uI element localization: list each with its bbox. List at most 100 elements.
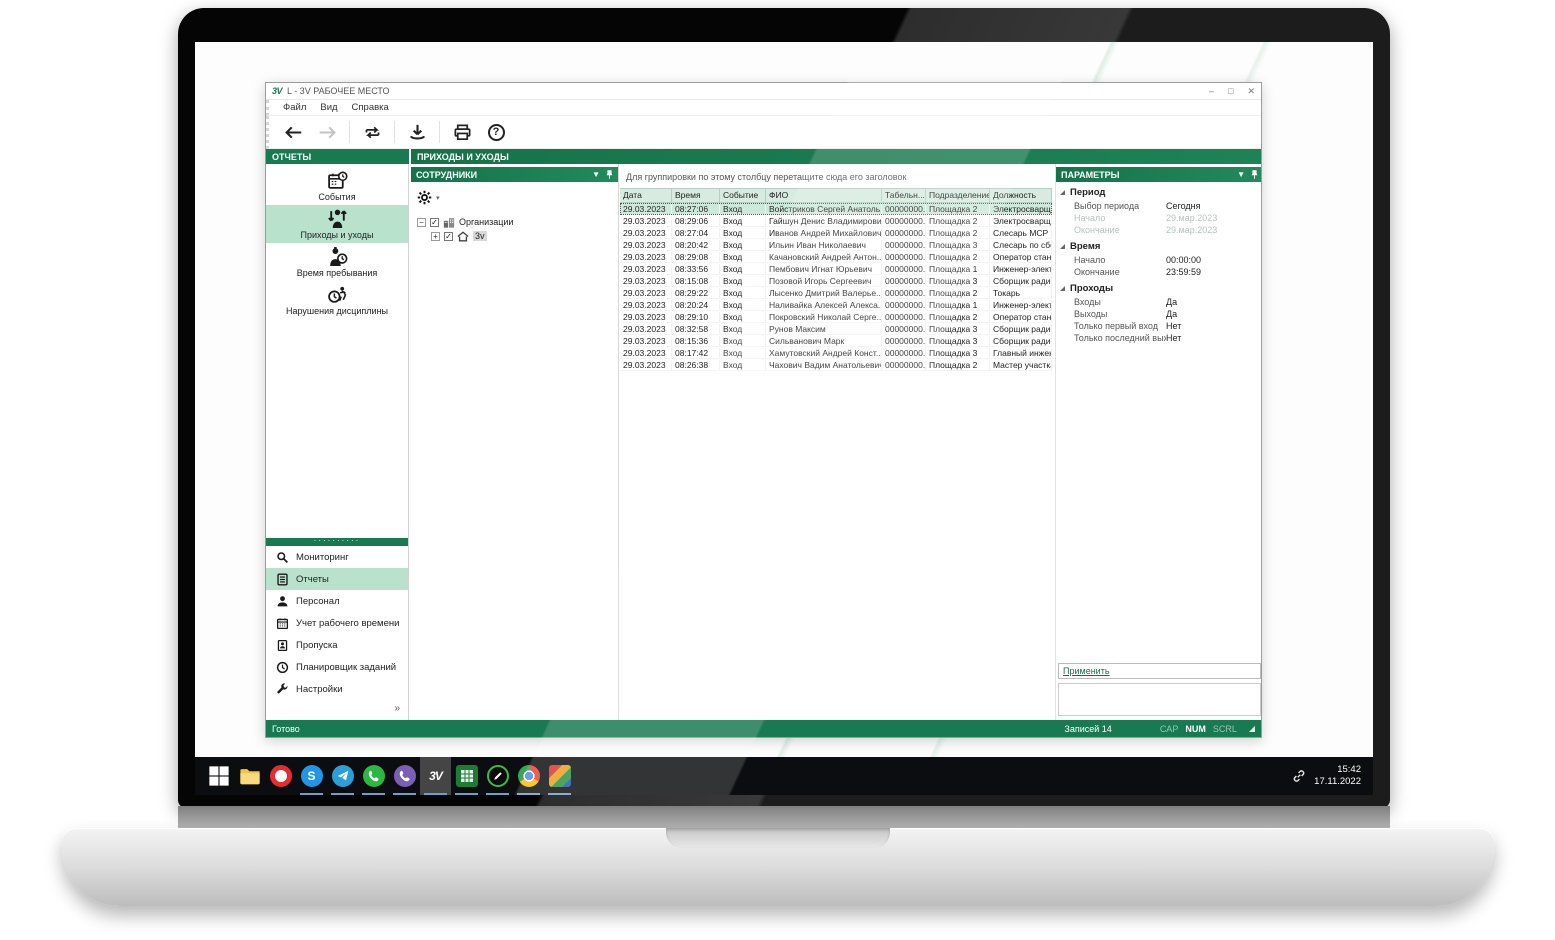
forward-button[interactable] (315, 120, 339, 144)
table-cell: Покровский Николай Серге... (766, 311, 882, 322)
table-row[interactable]: 29.03.2023 08:15:36 Вход Сильванович Марк 00… (620, 335, 1052, 347)
param-group-header[interactable]: Период (1056, 182, 1261, 200)
column-header[interactable]: Подразделение (926, 189, 990, 202)
taskbar-icon-3v[interactable]: 3V (420, 757, 451, 795)
clock-time: 15:42 (1337, 764, 1361, 776)
menu-item-file[interactable]: Файл (283, 102, 306, 113)
column-header[interactable]: Должность (990, 189, 1052, 202)
table-cell: Инженер-элект... (990, 299, 1052, 310)
taskbar-icon-opera[interactable] (265, 757, 296, 795)
report-item-events[interactable]: События (266, 167, 408, 205)
table-row[interactable]: 29.03.2023 08:29:08 Вход Качановский Андрей… (620, 251, 1052, 263)
sidebar-item-work-time[interactable]: Учет рабочего времени (266, 612, 408, 634)
param-row[interactable]: Только последний вых... Нет (1056, 332, 1261, 344)
param-row[interactable]: Окончание 23:59:59 (1056, 266, 1261, 278)
taskbar-icon-start[interactable] (203, 757, 234, 795)
table-row[interactable]: 29.03.2023 08:20:24 Вход Наливайка Алексей … (620, 299, 1052, 311)
taskbar-icon-explorer[interactable] (234, 757, 265, 795)
param-row[interactable]: Окончание 29.мар.2023 (1056, 224, 1261, 236)
table-row[interactable]: 29.03.2023 08:29:22 Вход Лысенко Дмитрий Ва… (620, 287, 1052, 299)
table-row[interactable]: 29.03.2023 08:27:06 Вход Войстриков Сергей … (620, 203, 1052, 215)
table-row[interactable]: 29.03.2023 08:15:08 Вход Позовой Игорь Серг… (620, 275, 1052, 287)
collapse-box-icon[interactable]: − (417, 217, 426, 227)
taskbar-icon-skype[interactable]: S (296, 757, 327, 795)
table-row[interactable]: 29.03.2023 08:33:56 Вход Пембович Игнат Юрь… (620, 263, 1052, 275)
table-row[interactable]: 29.03.2023 08:20:42 Вход Ильин Иван Николае… (620, 239, 1052, 251)
employees-settings-button[interactable]: ▾ (417, 190, 618, 205)
help-button[interactable]: ? (484, 120, 508, 144)
table-row[interactable]: 29.03.2023 08:32:58 Вход Рунов Максим 000000… (620, 323, 1052, 335)
param-row[interactable]: Входы Да (1056, 296, 1261, 308)
taskbar-icon-drawing[interactable] (482, 757, 513, 795)
table-row[interactable]: 29.03.2023 08:27:04 Вход Иванов Андрей Миха… (620, 227, 1052, 239)
menu-item-help[interactable]: Справка (352, 102, 389, 113)
report-item-discipline-violations[interactable]: Нарушения дисциплины (266, 281, 408, 319)
export-button[interactable] (405, 120, 429, 144)
sidebar-item-task-scheduler[interactable]: Планировщик заданий (266, 656, 408, 678)
param-label: Окончание (1074, 225, 1120, 235)
param-row[interactable]: Только первый вход Нет (1056, 320, 1261, 332)
chevron-down-icon[interactable]: ▼ (592, 170, 600, 179)
taskbar-icon-spreadsheet[interactable] (451, 757, 482, 795)
checkbox-checked-icon[interactable]: ✓ (430, 217, 439, 227)
param-row[interactable]: Выходы Да (1056, 308, 1261, 320)
taskbar-icon-telegram[interactable] (327, 757, 358, 795)
table-cell: 00000000... (882, 287, 926, 298)
column-header[interactable]: Время (672, 189, 720, 202)
param-row[interactable]: Выбор периода Сегодня (1056, 200, 1261, 212)
nav-collapse-chevron[interactable]: » (394, 703, 400, 714)
chevron-down-icon[interactable]: ▼ (1237, 170, 1245, 179)
sidebar-item-reports[interactable]: Отчеты (266, 568, 408, 590)
taskbar-icon-viber[interactable] (389, 757, 420, 795)
taskbar-icon-media[interactable] (544, 757, 575, 795)
taskbar-icon-chrome[interactable] (513, 757, 544, 795)
network-link-icon[interactable] (1292, 769, 1306, 783)
table-row[interactable]: 29.03.2023 08:29:10 Вход Покровский Николай… (620, 311, 1052, 323)
taskbar-clock[interactable]: 15:42 17.11.2022 (1314, 764, 1361, 788)
taskbar-icon-whatsapp[interactable] (358, 757, 389, 795)
tree-node-3v[interactable]: + ✓ 3v (411, 229, 618, 243)
pin-icon[interactable] (606, 169, 613, 180)
maximize-button[interactable]: □ (1228, 86, 1233, 97)
table-cell: Вход (720, 323, 766, 334)
table-cell: Гайшун Денис Владимирович (766, 215, 882, 226)
param-row[interactable]: Начало 29.мар.2023 (1056, 212, 1261, 224)
param-group-header[interactable]: Время (1056, 236, 1261, 254)
table-cell: Сборщик радио... (990, 275, 1052, 286)
back-button[interactable] (281, 120, 305, 144)
minimize-button[interactable]: – (1209, 86, 1214, 97)
clock-icon (276, 661, 289, 674)
report-item-stay-time[interactable]: Время пребывания (266, 243, 408, 281)
report-item-arrivals-departures[interactable]: Приходы и уходы (266, 205, 408, 243)
sidebar-item-passes[interactable]: Пропуска (266, 634, 408, 656)
sidebar-splitter[interactable]: ·········· (266, 536, 408, 546)
param-group-header[interactable]: Проходы (1056, 278, 1261, 296)
column-header[interactable]: ФИО (766, 189, 882, 202)
report-items-list: События Приходы и уходы Время пребывания… (266, 167, 408, 319)
sidebar-item-personnel[interactable]: Персонал (266, 590, 408, 612)
close-button[interactable]: ✕ (1247, 86, 1255, 97)
table-cell: Оператор стан... (990, 251, 1052, 262)
param-row[interactable]: Начало 00:00:00 (1056, 254, 1261, 266)
print-button[interactable] (450, 120, 474, 144)
table-row[interactable]: 29.03.2023 08:26:38 Вход Чахович Вадим Анат… (620, 359, 1052, 371)
param-value: 29.мар.2023 (1166, 213, 1218, 223)
table-row[interactable]: 29.03.2023 08:17:42 Вход Хамутовский Андрей… (620, 347, 1052, 359)
pin-icon[interactable] (1251, 169, 1258, 180)
sidebar-item-monitoring[interactable]: Мониторинг (266, 546, 408, 568)
resize-grip-icon[interactable]: ◢ (1249, 724, 1255, 733)
tree-node-organizations[interactable]: − ✓ Организации (411, 215, 618, 229)
menu-item-view[interactable]: Вид (320, 102, 337, 113)
expand-box-icon[interactable]: + (431, 231, 440, 241)
sidebar-item-settings[interactable]: Настройки (266, 678, 408, 700)
param-group-name: Время (1070, 241, 1101, 252)
refresh-button[interactable] (360, 120, 384, 144)
checkbox-checked-icon[interactable]: ✓ (444, 231, 453, 241)
table-cell: 00000000... (882, 239, 926, 250)
apply-button[interactable]: Применить (1063, 666, 1110, 676)
table-row[interactable]: 29.03.2023 08:29:06 Вход Гайшун Денис Влади… (620, 215, 1052, 227)
param-value: Сегодня (1166, 201, 1201, 211)
column-header[interactable]: Табельн... (882, 189, 926, 202)
column-header[interactable]: Событие (720, 189, 766, 202)
column-header[interactable]: Дата (620, 189, 672, 202)
